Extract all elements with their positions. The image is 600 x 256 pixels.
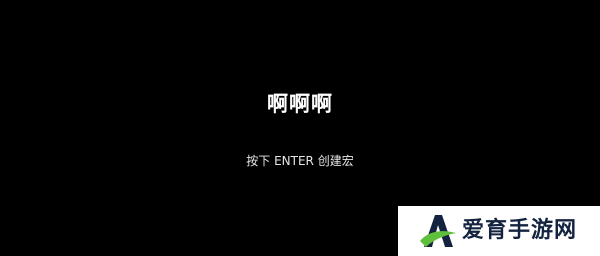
macro-name-text: 啊啊啊 [267, 92, 333, 116]
a-leaf-logo-icon [420, 215, 456, 247]
site-watermark: 爱育手游网 [398, 206, 600, 256]
enter-create-hint: 按下 ENTER 创建宏 [246, 154, 354, 168]
watermark-text: 爱育手游网 [462, 218, 578, 243]
